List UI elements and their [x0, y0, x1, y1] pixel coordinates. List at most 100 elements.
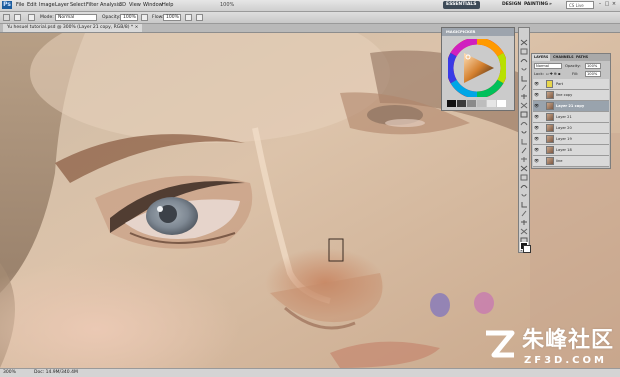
brush-panel-icon[interactable] — [28, 14, 35, 21]
layer-name: Layer 21 — [556, 115, 572, 119]
airbrush-icon[interactable] — [185, 14, 192, 21]
menu-edit[interactable]: Edit — [27, 1, 37, 10]
quick-select-icon[interactable] — [520, 58, 528, 71]
flow-field[interactable]: 100% — [163, 14, 181, 21]
zoom-icon[interactable] — [520, 220, 528, 235]
tab-layers[interactable]: LAYERS — [532, 54, 551, 61]
visibility-eye-icon[interactable]: 👁 — [534, 158, 539, 164]
layer-name: line — [556, 159, 563, 163]
menu-filter[interactable]: Filter — [86, 1, 98, 10]
visibility-eye-icon[interactable]: 👁 — [534, 92, 539, 98]
layer-thumbnail — [546, 135, 554, 143]
menu-window[interactable]: Window — [143, 1, 163, 10]
layer-thumbnail — [546, 102, 554, 110]
marquee-icon[interactable] — [520, 40, 528, 55]
layer-row[interactable]: 👁 Layer 19 — [533, 134, 609, 145]
pressure-size-icon[interactable] — [196, 14, 203, 21]
fill-label: Fill: — [572, 71, 579, 76]
layer-row[interactable]: 👁 Layer 20 — [533, 123, 609, 134]
eraser-icon[interactable] — [520, 121, 528, 134]
visibility-eye-icon[interactable]: 👁 — [534, 125, 539, 131]
options-bar: Mode: Normal Opacity: 100% Flow: 100% — [0, 12, 620, 24]
blur-icon[interactable] — [520, 139, 528, 154]
menu-analysis[interactable]: Analysis — [100, 1, 121, 10]
brush-icon[interactable] — [520, 94, 528, 109]
layer-row[interactable]: 👁 line — [533, 156, 609, 167]
dodge-icon[interactable] — [520, 148, 528, 162]
3d-orbit-icon[interactable] — [520, 202, 528, 217]
menu-file[interactable]: File — [16, 1, 24, 10]
pressure-opacity-icon[interactable] — [141, 14, 148, 21]
tools-panel — [518, 27, 531, 253]
swatch[interactable] — [457, 100, 466, 107]
clone-stamp-icon[interactable] — [520, 103, 528, 118]
minimize-icon[interactable]: – — [597, 1, 603, 8]
swatch[interactable] — [497, 100, 506, 107]
visibility-eye-icon[interactable]: 👁 — [534, 81, 539, 87]
pen-icon[interactable] — [520, 157, 528, 172]
layer-row[interactable]: 👁 line copy — [533, 90, 609, 101]
shape-icon[interactable] — [520, 184, 528, 197]
tab-paths[interactable]: PATHS — [574, 54, 590, 61]
menu-layer[interactable]: Layer — [55, 1, 69, 10]
blend-mode-select[interactable]: Normal — [534, 63, 562, 69]
document-tab[interactable]: Yu hesuel tutorial.psd @ 300% (Layer 21 … — [3, 24, 143, 32]
layer-name: Layer 20 — [556, 126, 572, 130]
fill-field[interactable]: 100% — [585, 71, 601, 77]
cs-live-search[interactable]: CS Live — [566, 1, 594, 9]
workspace-essentials[interactable]: ESSENTIALS — [443, 1, 480, 9]
hand-icon[interactable] — [520, 211, 528, 225]
workspace-more-icon[interactable]: » — [546, 1, 555, 9]
crop-icon[interactable] — [520, 67, 528, 82]
tab-channels[interactable]: CHANNELS — [551, 54, 576, 61]
menu-image[interactable]: Image — [39, 1, 55, 10]
layer-row[interactable]: 👁 Layer 21 copy — [533, 101, 609, 112]
3d-rotate-icon[interactable] — [520, 193, 528, 208]
layers-panel: LAYERS CHANNELS PATHS Normal Opacity: 10… — [531, 53, 611, 169]
opacity-field[interactable]: 100% — [120, 14, 138, 21]
colors-icon[interactable] — [520, 229, 528, 244]
color-wheel-title: MAGICPICKER — [442, 28, 514, 36]
visibility-eye-icon[interactable]: 👁 — [534, 103, 539, 109]
move-icon[interactable] — [520, 31, 528, 46]
brush-preset-icon[interactable] — [14, 14, 21, 21]
layer-name: line copy — [556, 93, 573, 97]
history-brush-icon[interactable] — [520, 112, 528, 126]
visibility-eye-icon[interactable]: 👁 — [534, 136, 539, 142]
lock-icons[interactable]: ▫✚⊕▪ — [546, 71, 562, 77]
layer-name: Layer 19 — [556, 137, 572, 141]
zoom-level[interactable]: 100% — [220, 1, 234, 10]
layer-row[interactable]: 👁 Layer 21 — [533, 112, 609, 123]
mode-select[interactable]: Normal — [55, 14, 97, 21]
swatch[interactable] — [447, 100, 456, 107]
type-icon[interactable] — [520, 166, 528, 181]
healing-icon[interactable] — [520, 85, 528, 99]
layer-name: Layer 18 — [556, 148, 572, 152]
layer-opacity-field[interactable]: 100% — [585, 63, 601, 69]
close-icon[interactable]: × — [611, 1, 617, 8]
menu-help[interactable]: Help — [162, 1, 173, 10]
maximize-icon[interactable]: □ — [604, 1, 610, 8]
layer-thumbnail — [546, 146, 554, 154]
swatch[interactable] — [487, 100, 496, 107]
watermark-domain: ZF3D.COM — [524, 355, 607, 366]
swatch[interactable] — [467, 100, 476, 107]
swatch[interactable] — [477, 100, 486, 107]
status-zoom[interactable]: 300% — [3, 369, 16, 377]
color-wheel-panel: MAGICPICKER — [441, 27, 515, 111]
path-select-icon[interactable] — [520, 175, 528, 189]
lasso-icon[interactable] — [520, 49, 528, 63]
eyedropper-icon[interactable] — [520, 76, 528, 91]
gradient-icon[interactable] — [520, 130, 528, 145]
background-color-swatch[interactable] — [523, 245, 531, 253]
watermark-logo-icon — [486, 330, 515, 358]
visibility-eye-icon[interactable]: 👁 — [534, 147, 539, 153]
menu-3d[interactable]: 3D — [119, 1, 126, 10]
visibility-eye-icon[interactable]: 👁 — [534, 114, 539, 120]
layer-row[interactable]: 👁 Layer 18 — [533, 145, 609, 156]
color-wheel[interactable] — [448, 39, 506, 97]
brush-tool-icon[interactable] — [3, 14, 10, 21]
layer-row[interactable]: 👁 Part — [533, 79, 609, 90]
menu-select[interactable]: Select — [70, 1, 85, 10]
menu-view[interactable]: View — [129, 1, 141, 10]
